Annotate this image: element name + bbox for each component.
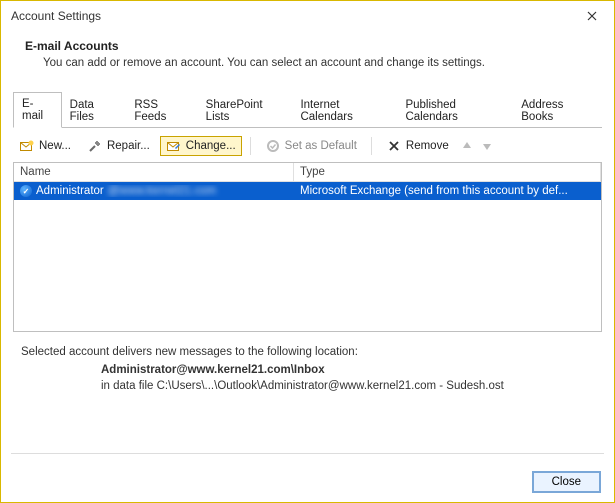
delivery-info-location: Administrator@www.kernel21.com\Inbox bbox=[101, 364, 594, 376]
move-up-button[interactable] bbox=[459, 138, 475, 154]
change-label: Change... bbox=[186, 140, 236, 152]
change-button[interactable]: Change... bbox=[160, 136, 242, 156]
close-button[interactable]: Close bbox=[533, 472, 600, 492]
toolbar: New... Repair... Change... Set as Defaul… bbox=[13, 136, 602, 156]
cell-type: Microsoft Exchange (send from this accou… bbox=[294, 185, 601, 197]
set-default-label: Set as Default bbox=[285, 140, 357, 152]
tab-internet-calendars[interactable]: Internet Calendars bbox=[292, 94, 397, 128]
bottom-bar: Close bbox=[533, 472, 600, 492]
tab-email[interactable]: E-mail bbox=[13, 92, 62, 128]
new-label: New... bbox=[39, 140, 71, 152]
remove-button[interactable]: Remove bbox=[380, 136, 455, 156]
cell-name: ✓ Administrator @www.kernel21.com bbox=[14, 185, 294, 197]
repair-icon bbox=[87, 138, 103, 154]
tab-rss-feeds[interactable]: RSS Feeds bbox=[126, 94, 197, 128]
col-header-name[interactable]: Name bbox=[14, 163, 294, 181]
delivery-info-text: Selected account delivers new messages t… bbox=[21, 346, 594, 358]
change-icon bbox=[166, 138, 182, 154]
window-title: Account Settings bbox=[11, 9, 578, 23]
default-account-icon: ✓ bbox=[20, 185, 32, 197]
titlebar: Account Settings bbox=[1, 1, 614, 31]
header-subtext: You can add or remove an account. You ca… bbox=[25, 57, 590, 69]
repair-label: Repair... bbox=[107, 140, 150, 152]
header-heading: E-mail Accounts bbox=[25, 39, 590, 53]
remove-label: Remove bbox=[406, 140, 449, 152]
account-name-visible: Administrator bbox=[36, 185, 104, 197]
table-header: Name Type bbox=[14, 163, 601, 182]
separator bbox=[371, 137, 372, 155]
repair-button[interactable]: Repair... bbox=[81, 136, 156, 156]
set-default-button[interactable]: Set as Default bbox=[259, 136, 363, 156]
delivery-info: Selected account delivers new messages t… bbox=[21, 346, 594, 392]
tabstrip: E-mail Data Files RSS Feeds SharePoint L… bbox=[13, 91, 602, 128]
table-row[interactable]: ✓ Administrator @www.kernel21.com Microso… bbox=[14, 182, 601, 200]
new-button[interactable]: New... bbox=[13, 136, 77, 156]
set-default-icon bbox=[265, 138, 281, 154]
close-icon bbox=[587, 11, 597, 21]
tab-sharepoint-lists[interactable]: SharePoint Lists bbox=[198, 94, 293, 128]
arrow-down-icon bbox=[482, 141, 492, 151]
accounts-table: Name Type ✓ Administrator @www.kernel21.c… bbox=[13, 162, 602, 332]
tab-data-files[interactable]: Data Files bbox=[62, 94, 127, 128]
new-icon bbox=[19, 138, 35, 154]
arrow-up-icon bbox=[462, 141, 472, 151]
separator bbox=[250, 137, 251, 155]
window-close-button[interactable] bbox=[578, 5, 606, 27]
move-down-button[interactable] bbox=[479, 138, 495, 154]
horizontal-rule bbox=[11, 453, 604, 454]
col-header-type[interactable]: Type bbox=[294, 163, 601, 181]
tab-published-calendars[interactable]: Published Calendars bbox=[397, 94, 513, 128]
delivery-info-path: in data file C:\Users\...\Outlook\Admini… bbox=[101, 380, 594, 392]
remove-icon bbox=[386, 138, 402, 154]
tab-address-books[interactable]: Address Books bbox=[513, 94, 602, 128]
account-name-redacted: @www.kernel21.com bbox=[108, 185, 216, 197]
header: E-mail Accounts You can add or remove an… bbox=[1, 31, 614, 83]
